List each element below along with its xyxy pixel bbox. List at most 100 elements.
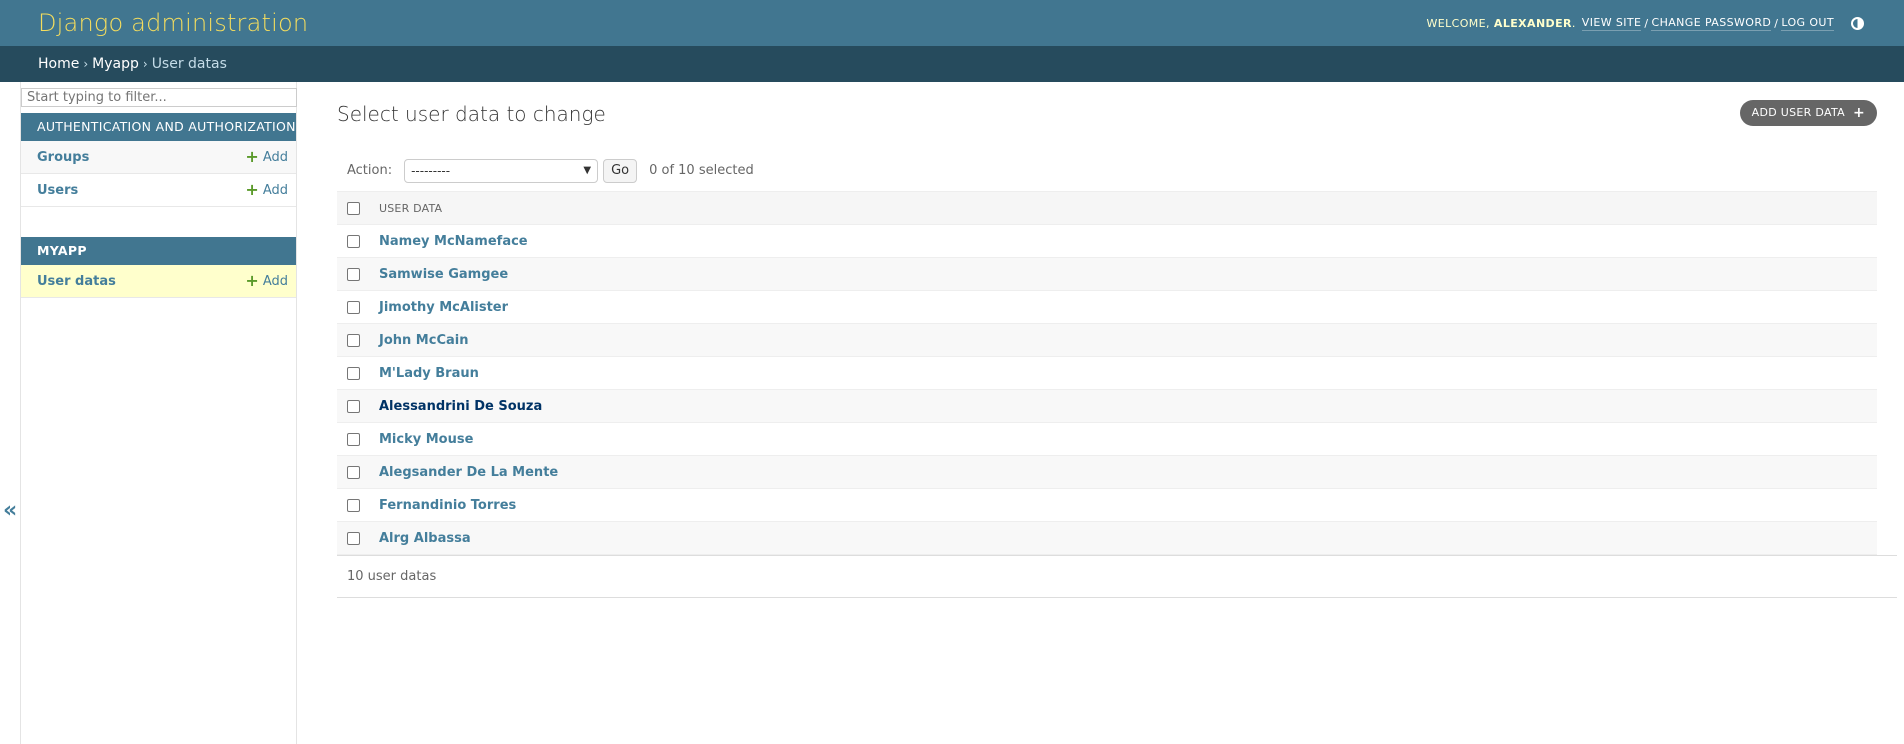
breadcrumb-separator: › [142, 57, 148, 71]
row-name-cell: M'Lady Braun [371, 356, 1877, 390]
add-label: Add [262, 149, 288, 165]
sidebar-item-user-datas: User datas + Add [21, 265, 296, 298]
breadcrumb-separator: › [83, 57, 89, 71]
row-select-cell [337, 224, 371, 258]
row-select-cell [337, 422, 371, 456]
row-name-cell: Fernandinio Torres [371, 488, 1877, 522]
row-name-cell: John McCain [371, 323, 1877, 357]
theme-toggle-icon[interactable] [1851, 16, 1864, 30]
username: ALEXANDER [1493, 16, 1572, 30]
table-row: Alrg Albassa [337, 521, 1877, 555]
change-password-link[interactable]: CHANGE PASSWORD [1651, 16, 1772, 31]
add-label: Add [262, 273, 288, 289]
sidebar-item-groups: Groups + Add [21, 141, 296, 174]
add-button-label: ADD USER DATA [1751, 106, 1845, 119]
row-name-cell: Samwise Gamgee [371, 257, 1877, 291]
period: . [1571, 16, 1576, 30]
row-checkbox[interactable] [347, 300, 360, 314]
header: Django administration WELCOME, ALEXANDER… [0, 0, 1904, 46]
select-all-checkbox[interactable] [347, 201, 360, 215]
user-data-link[interactable]: Alegsander De La Mente [379, 465, 558, 480]
action-select-value: --------- [411, 163, 451, 178]
actions-bar: Action: --------- ▼ Go 0 of 10 selected [337, 150, 1897, 191]
add-user-datas-link[interactable]: + Add [245, 273, 288, 289]
row-name-cell: Namey McNameface [371, 224, 1877, 258]
row-select-cell [337, 257, 371, 291]
column-header-user-data[interactable]: USER DATA [371, 191, 1877, 225]
row-name-cell: Alrg Albassa [371, 521, 1877, 555]
plus-icon: + [245, 180, 259, 199]
user-data-link[interactable]: Namey McNameface [379, 234, 528, 249]
user-data-link[interactable]: Jimothy McAlister [379, 300, 508, 315]
user-data-link[interactable]: Micky Mouse [379, 432, 473, 447]
user-data-link[interactable]: Samwise Gamgee [379, 267, 508, 282]
selected-count: 0 of 10 selected [649, 163, 754, 178]
add-users-link[interactable]: + Add [245, 182, 288, 198]
sidebar-link-users[interactable]: Users [37, 183, 78, 198]
plus-icon: + [245, 147, 259, 166]
row-checkbox[interactable] [347, 498, 360, 512]
view-site-link[interactable]: VIEW SITE [1581, 16, 1642, 31]
user-data-link[interactable]: M'Lady Braun [379, 366, 479, 381]
nav-filter-input[interactable] [21, 88, 297, 107]
site-branding[interactable]: Django administration [38, 9, 308, 37]
row-name-cell: Alegsander De La Mente [371, 455, 1877, 489]
module-caption-auth[interactable]: AUTHENTICATION AND AUTHORIZATION [21, 113, 296, 141]
row-select-cell [337, 356, 371, 390]
paginator: 10 user datas [337, 555, 1897, 598]
user-data-link[interactable]: Alessandrini De Souza [379, 399, 542, 414]
table-row: Micky Mouse [337, 422, 1877, 456]
sidebar-link-groups[interactable]: Groups [37, 150, 89, 165]
row-checkbox[interactable] [347, 399, 360, 413]
user-data-link[interactable]: John McCain [379, 333, 468, 348]
separator: / [1774, 16, 1779, 30]
table-row: Samwise Gamgee [337, 257, 1877, 291]
row-checkbox[interactable] [347, 366, 360, 380]
add-label: Add [262, 182, 288, 198]
row-checkbox[interactable] [347, 432, 360, 446]
add-user-data-button[interactable]: ADD USER DATA + [1739, 100, 1877, 126]
row-select-cell [337, 521, 371, 555]
row-select-cell [337, 455, 371, 489]
row-name-cell: Alessandrini De Souza [371, 389, 1877, 423]
action-label: Action: [347, 163, 393, 178]
table-row: Alessandrini De Souza [337, 389, 1877, 423]
breadcrumb-myapp[interactable]: Myapp [92, 56, 139, 72]
row-checkbox[interactable] [347, 267, 360, 281]
user-data-link[interactable]: Fernandinio Torres [379, 498, 516, 513]
log-out-link[interactable]: LOG OUT [1781, 16, 1834, 31]
separator: / [1644, 16, 1649, 30]
row-name-cell: Micky Mouse [371, 422, 1877, 456]
row-checkbox[interactable] [347, 531, 360, 545]
table-row: Namey McNameface [337, 224, 1877, 258]
row-name-cell: Jimothy McAlister [371, 290, 1877, 324]
table-row: Fernandinio Torres [337, 488, 1877, 522]
breadcrumb-home[interactable]: Home [38, 56, 79, 72]
row-checkbox[interactable] [347, 465, 360, 479]
table-row: Jimothy McAlister [337, 290, 1877, 324]
row-select-cell [337, 323, 371, 357]
breadcrumb: Home › Myapp › User datas [0, 46, 1904, 82]
plus-icon: + [1852, 105, 1865, 121]
sidebar-link-user-datas[interactable]: User datas [37, 274, 116, 289]
breadcrumb-current: User datas [151, 56, 227, 72]
user-tools: WELCOME, ALEXANDER. VIEW SITE / CHANGE P… [1426, 16, 1864, 31]
row-select-cell [337, 488, 371, 522]
page-title: Select user data to change [337, 102, 606, 126]
action-select[interactable]: --------- ▼ [404, 158, 599, 183]
add-groups-link[interactable]: + Add [245, 149, 288, 165]
user-data-link[interactable]: Alrg Albassa [379, 531, 471, 546]
sidebar-item-users: Users + Add [21, 174, 296, 207]
row-checkbox[interactable] [347, 333, 360, 347]
toggle-nav-sidebar-icon[interactable]: « [3, 498, 17, 523]
main-content: Select user data to change ADD USER DATA… [337, 82, 1897, 598]
sidebar-nav: AUTHENTICATION AND AUTHORIZATION Groups … [20, 82, 297, 744]
module-auth: AUTHENTICATION AND AUTHORIZATION Groups … [21, 113, 296, 207]
row-checkbox[interactable] [347, 234, 360, 248]
table-row: Alegsander De La Mente [337, 455, 1877, 489]
chevron-down-icon: ▼ [583, 165, 592, 176]
go-button[interactable]: Go [603, 158, 638, 183]
row-select-cell [337, 290, 371, 324]
table-row: M'Lady Braun [337, 356, 1877, 390]
module-caption-myapp[interactable]: MYAPP [21, 237, 296, 265]
